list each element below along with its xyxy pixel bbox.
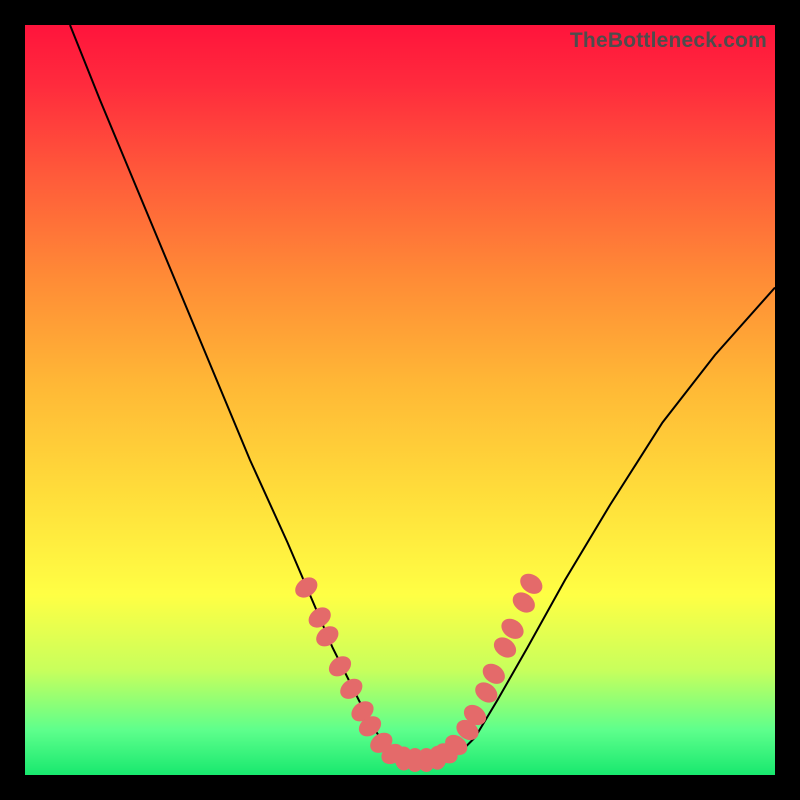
curve-marker xyxy=(291,573,321,602)
curve-marker xyxy=(336,675,366,704)
chart-canvas: TheBottleneck.com xyxy=(25,25,775,775)
marker-group xyxy=(291,570,546,772)
bottleneck-curve xyxy=(70,25,775,760)
chart-svg xyxy=(25,25,775,775)
curve-marker xyxy=(325,652,355,681)
